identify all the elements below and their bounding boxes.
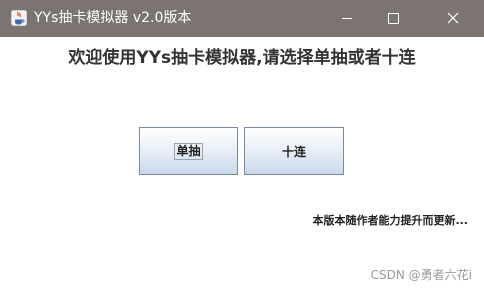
- app-window: YYs抽卡模拟器 v2.0版本 欢迎使用YYs抽卡模拟器,请选择单抽或者十连 单…: [0, 0, 484, 292]
- close-icon: [447, 12, 459, 24]
- ten-draw-button[interactable]: 十连: [244, 127, 344, 175]
- title-bar[interactable]: YYs抽卡模拟器 v2.0版本: [0, 0, 484, 37]
- java-app-icon: [11, 10, 27, 26]
- welcome-heading: 欢迎使用YYs抽卡模拟器,请选择单抽或者十连: [68, 48, 416, 68]
- minimize-button[interactable]: [324, 0, 370, 37]
- minimize-icon: [342, 18, 352, 19]
- ten-draw-label: 十连: [281, 144, 306, 159]
- window-title: YYs抽卡模拟器 v2.0版本: [34, 10, 192, 26]
- single-draw-label: 单抽: [174, 142, 203, 160]
- maximize-button[interactable]: [370, 0, 416, 37]
- csdn-watermark: CSDN @勇者六花i: [370, 268, 472, 282]
- main-panel: 欢迎使用YYs抽卡模拟器,请选择单抽或者十连 单抽 十连 本版本随作者能力提升而…: [0, 37, 484, 292]
- maximize-icon: [388, 13, 399, 24]
- close-button[interactable]: [430, 0, 476, 37]
- single-draw-button[interactable]: 单抽: [139, 127, 238, 175]
- version-note: 本版本随作者能力提升而更新...: [312, 214, 468, 227]
